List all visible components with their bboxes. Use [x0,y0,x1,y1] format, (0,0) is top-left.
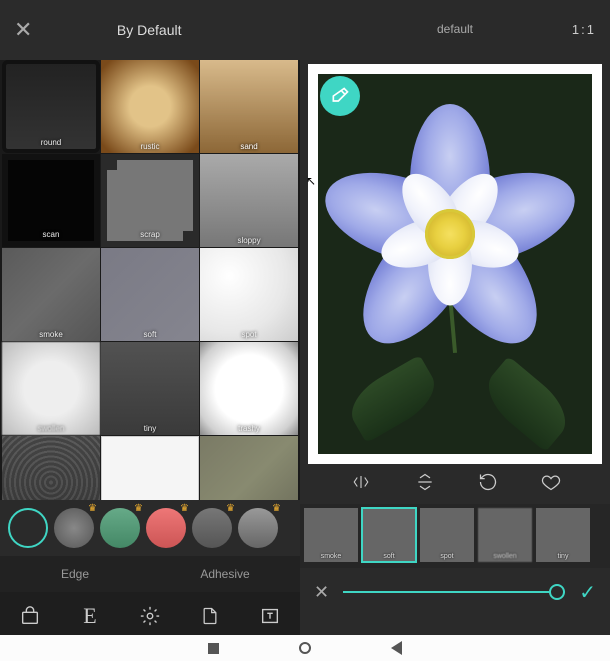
frame-label: smoke [39,330,63,339]
frame-label: tiny [144,424,156,433]
thumb-label: soft [383,553,394,560]
flip-horizontal-icon[interactable] [350,473,372,496]
frame-label: scrap [140,230,160,239]
photo-canvas-frame: ↖ [308,64,602,464]
frame-item-scrap[interactable]: scrap [101,154,199,247]
preset-row: ♛ ♛ ♛ ♛ ♛ [0,500,300,556]
frame-label: trashy [238,424,260,433]
transform-actions [300,464,610,504]
favorite-icon[interactable] [541,472,561,497]
crown-icon: ♛ [88,503,97,514]
category-tabs: Edge Adhesive [0,556,300,592]
frames-picker-panel: ✕ By Default round rustic sand scan scra… [0,0,300,640]
intensity-slider[interactable] [343,591,565,593]
tab-edge[interactable]: Edge [0,556,150,592]
preset-none[interactable] [8,508,48,548]
nav-recents-icon[interactable] [208,643,219,654]
slider-knob[interactable] [549,584,565,600]
leaf-shape [476,356,577,452]
nav-home-icon[interactable] [299,642,311,654]
thumb-smoke[interactable]: smoke [304,508,358,562]
cancel-icon[interactable]: ✕ [314,582,329,603]
frames-grid: round rustic sand scan scrap sloppy smok… [0,60,300,500]
thumb-spot[interactable]: spot [420,508,474,562]
crown-icon: ♛ [180,503,189,514]
preset-2[interactable]: ♛ [100,508,140,548]
frame-item-swollen[interactable]: swollen [2,342,100,435]
thumb-tiny[interactable]: tiny [536,508,590,562]
document-icon[interactable] [197,603,223,629]
intensity-slider-row: ✕ ✓ [300,568,610,616]
eraser-button[interactable] [320,76,360,116]
preset-1[interactable]: ♛ [54,508,94,548]
photo-canvas[interactable] [318,74,592,454]
effects-icon[interactable]: E [77,603,103,629]
frame-thumbs-row: smoke soft spot swollen tiny [300,504,610,568]
frame-item-sand[interactable]: sand [200,60,298,153]
thumb-swollen[interactable]: swollen [478,508,532,562]
aspect-ratio-icon[interactable]: 1:1 [572,22,596,37]
frame-item-web[interactable]: web [2,436,100,500]
nav-back-icon[interactable] [391,641,402,655]
confirm-icon[interactable]: ✓ [579,580,596,605]
tab-adhesive[interactable]: Adhesive [150,556,300,592]
preset-3[interactable]: ♛ [146,508,186,548]
frame-item-smoke[interactable]: smoke [2,248,100,341]
crown-icon: ♛ [134,503,143,514]
frame-label: scan [43,230,60,239]
android-nav-bar [0,635,610,661]
editor-panel: default 1:1 ↖ [300,0,610,640]
frame-item-spot[interactable]: spot [200,248,298,341]
crown-icon: ♛ [226,503,235,514]
frame-label: spot [241,330,256,339]
rotate-icon[interactable] [478,472,498,497]
frame-label: rustic [140,142,159,151]
crown-icon: ♛ [272,503,281,514]
editor-header: default 1:1 [300,0,610,58]
frame-item-tiny[interactable]: tiny [101,342,199,435]
cursor-icon: ↖ [306,174,316,188]
shop-icon[interactable] [17,603,43,629]
thumb-label: swollen [493,553,516,560]
frame-item-wispy[interactable]: wispy [200,436,298,500]
frame-label: sand [240,142,257,151]
preset-4[interactable]: ♛ [192,508,232,548]
frame-item-round[interactable]: round [2,60,100,153]
preset-5[interactable]: ♛ [238,508,278,548]
thumb-label: spot [440,553,453,560]
bottom-toolbar: E [0,592,300,640]
frame-label: round [41,138,61,147]
editor-title: default [437,22,473,36]
frame-item-rustic[interactable]: rustic [101,60,199,153]
thumb-label: smoke [321,553,342,560]
leaf-shape [342,355,445,443]
frame-item-trashy[interactable]: trashy [200,342,298,435]
frame-item-white[interactable]: white [101,436,199,500]
flip-vertical-icon[interactable] [415,472,435,497]
settings-icon[interactable] [137,603,163,629]
frame-label: soft [144,330,157,339]
frame-label: swollen [38,424,65,433]
frame-item-sloppy[interactable]: sloppy [200,154,298,247]
picker-header: ✕ By Default [0,0,300,60]
frame-item-scan[interactable]: scan [2,154,100,247]
text-icon[interactable] [257,603,283,629]
frame-item-soft[interactable]: soft [101,248,199,341]
close-icon[interactable]: ✕ [14,17,32,43]
thumb-label: tiny [558,553,569,560]
picker-title: By Default [32,22,266,38]
frame-label: sloppy [237,236,260,245]
thumb-soft[interactable]: soft [362,508,416,562]
